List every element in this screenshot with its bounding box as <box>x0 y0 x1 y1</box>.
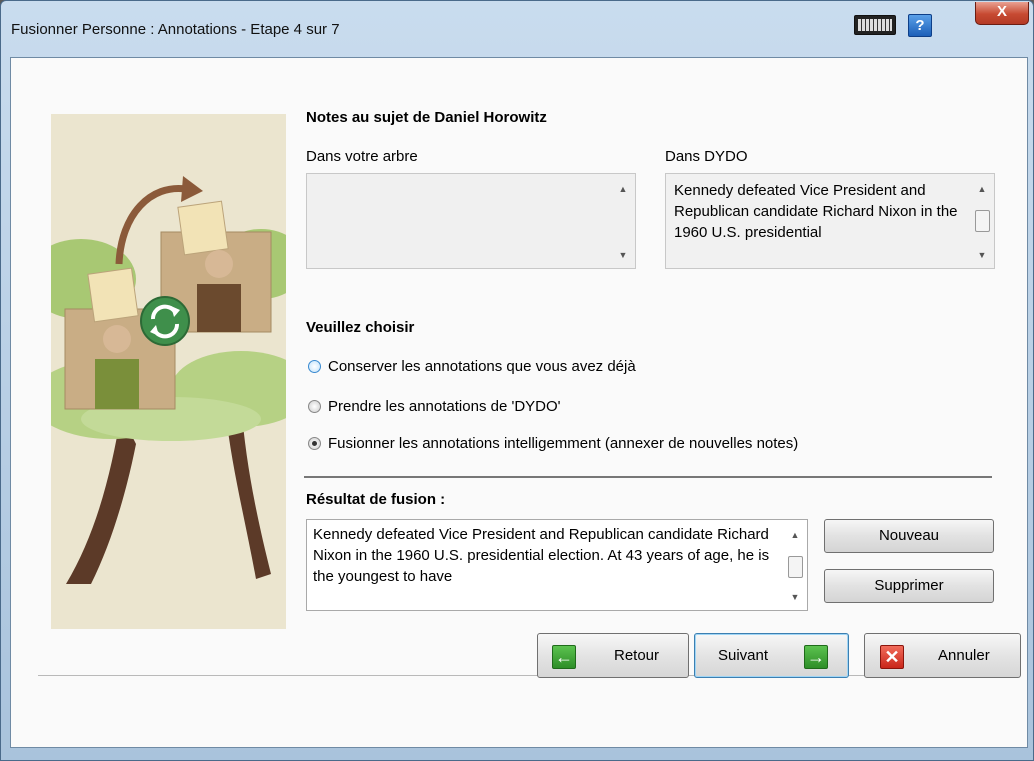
radio-button[interactable] <box>308 359 321 373</box>
keyboard-icon[interactable] <box>854 15 896 35</box>
merge-result-text: Kennedy defeated Vice President and Repu… <box>313 526 770 585</box>
dydo-notes-text: Kennedy defeated Vice President and Repu… <box>674 182 958 241</box>
scroll-up-icon[interactable]: ▲ <box>615 182 631 196</box>
dydo-notes-scrollbar[interactable]: ▲ ▼ <box>974 178 990 264</box>
cancel-button[interactable]: ✕ Annuler <box>864 633 1021 678</box>
tree-notes-scrollbar[interactable]: ▲ ▼ <box>615 178 631 264</box>
scroll-up-icon[interactable]: ▲ <box>974 182 990 196</box>
option-label: Prendre les annotations de 'DYDO' <box>328 397 561 415</box>
merge-dialog-window: Fusionner Personne : Annotations - Etape… <box>0 0 1034 761</box>
merge-result-textbox[interactable]: Kennedy defeated Vice President and Repu… <box>306 519 808 611</box>
radio-button[interactable] <box>308 399 321 413</box>
option-keep-mine[interactable]: Conserver les annotations que vous avez … <box>308 355 636 377</box>
scroll-thumb[interactable] <box>788 556 803 578</box>
help-button[interactable]: ? <box>908 14 932 37</box>
back-label: Retour <box>614 647 660 664</box>
merge-result-scrollbar[interactable]: ▲ ▼ <box>787 524 803 606</box>
option-take-dydo[interactable]: Prendre les annotations de 'DYDO' <box>308 395 561 417</box>
next-button[interactable]: Suivant → <box>694 633 849 678</box>
footer-divider <box>38 675 1001 676</box>
arrow-left-icon: ← <box>552 645 576 669</box>
option-label: Fusionner les annotations intelligemment… <box>328 434 799 452</box>
option-label: Conserver les annotations que vous avez … <box>328 357 636 375</box>
tree-notes-textbox[interactable]: ▲ ▼ <box>306 173 636 269</box>
radio-button[interactable] <box>308 436 321 450</box>
notes-heading: Notes au sujet de Daniel Horowitz <box>306 109 547 126</box>
x-icon: ✕ <box>880 645 904 669</box>
title-bar: Fusionner Personne : Annotations - Etape… <box>1 1 1033 57</box>
dydo-notes-textbox[interactable]: Kennedy defeated Vice President and Repu… <box>665 173 995 269</box>
scroll-up-icon[interactable]: ▲ <box>787 528 803 542</box>
option-merge-smart[interactable]: Fusionner les annotations intelligemment… <box>308 432 798 454</box>
scroll-down-icon[interactable]: ▼ <box>615 248 631 262</box>
merge-illustration <box>51 114 286 629</box>
dydo-label: Dans DYDO <box>665 148 748 165</box>
choice-heading: Veuillez choisir <box>306 319 415 336</box>
window-title: Fusionner Personne : Annotations - Etape… <box>11 21 340 38</box>
new-button[interactable]: Nouveau <box>824 519 994 553</box>
scroll-thumb[interactable] <box>975 210 990 232</box>
cancel-label: Annuler <box>938 647 990 664</box>
result-heading: Résultat de fusion : <box>306 491 446 508</box>
scroll-down-icon[interactable]: ▼ <box>974 248 990 262</box>
delete-button[interactable]: Supprimer <box>824 569 994 603</box>
tree-label: Dans votre arbre <box>306 148 418 165</box>
next-label: Suivant <box>718 647 769 664</box>
scroll-down-icon[interactable]: ▼ <box>787 590 803 604</box>
arrow-right-icon: → <box>804 645 828 669</box>
close-button[interactable]: X <box>975 2 1029 25</box>
divider <box>304 476 992 478</box>
back-button[interactable]: ← Retour <box>537 633 689 678</box>
